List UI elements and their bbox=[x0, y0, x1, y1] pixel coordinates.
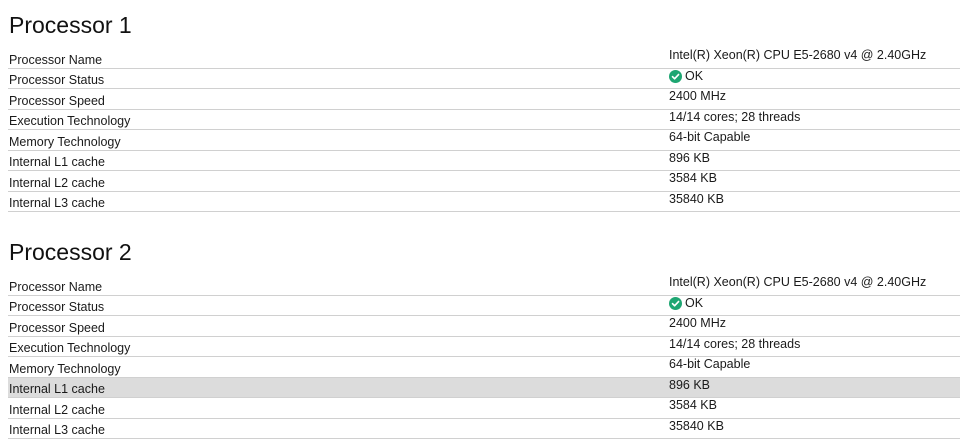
row-label: Processor Status bbox=[9, 73, 105, 87]
row-value: 2400 MHz bbox=[669, 316, 726, 330]
row-label: Processor Name bbox=[9, 279, 103, 294]
table-row: Internal L2 cache 3584 KB bbox=[8, 398, 960, 419]
row-value: 2400 MHz bbox=[669, 89, 726, 103]
row-label: Internal L2 cache bbox=[9, 175, 105, 190]
check-circle-icon bbox=[669, 296, 682, 310]
row-value: 64-bit Capable bbox=[669, 130, 751, 144]
table-row: Processor Name Intel(R) Xeon(R) CPU E5-2… bbox=[8, 275, 960, 296]
table-row: Internal L1 cache 896 KB bbox=[8, 150, 960, 171]
table-row: Internal L3 cache 35840 KB bbox=[8, 191, 960, 212]
row-value: 64-bit Capable bbox=[669, 357, 751, 371]
row-value: 3584 KB bbox=[669, 398, 717, 412]
row-label: Internal L1 cache bbox=[9, 382, 105, 396]
row-label: Internal L2 cache bbox=[9, 402, 105, 417]
row-value: 35840 KB bbox=[669, 418, 724, 433]
row-label: Memory Technology bbox=[9, 134, 121, 149]
row-value: 896 KB bbox=[669, 377, 711, 392]
table-row: Internal L3 cache 35840 KB bbox=[8, 418, 960, 439]
table-row: Processor Speed 2400 MHz bbox=[8, 89, 960, 110]
section-title: Processor 1 bbox=[9, 12, 132, 38]
row-label: Processor Name bbox=[9, 52, 103, 67]
row-value: 3584 KB bbox=[669, 171, 717, 185]
row-value: 896 KB bbox=[669, 150, 711, 165]
status-text: OK bbox=[685, 295, 704, 310]
row-label: Memory Technology bbox=[9, 361, 121, 376]
row-label: Execution Technology bbox=[9, 341, 131, 355]
row-label: Processor Status bbox=[9, 300, 105, 314]
row-value: 14/14 cores; 28 threads bbox=[669, 336, 801, 351]
table-row: Execution Technology 14/14 cores; 28 thr… bbox=[8, 109, 960, 130]
table-row: Memory Technology 64-bit Capable bbox=[8, 130, 960, 151]
section-title: Processor 2 bbox=[9, 239, 132, 265]
row-label: Internal L3 cache bbox=[9, 196, 105, 210]
row-label: Processor Speed bbox=[9, 93, 105, 108]
table-row: Memory Technology 64-bit Capable bbox=[8, 357, 960, 378]
table-row-highlighted[interactable]: Internal L1 cache 896 KB bbox=[8, 377, 960, 398]
processor-1-table: Processor Name Intel(R) Xeon(R) CPU E5-2… bbox=[8, 48, 960, 212]
table-row: Processor Status OK bbox=[8, 69, 960, 89]
table-row: Processor Name Intel(R) Xeon(R) CPU E5-2… bbox=[8, 48, 960, 69]
table-row: Processor Speed 2400 MHz bbox=[8, 316, 960, 337]
row-label: Internal L1 cache bbox=[9, 155, 105, 169]
status-text: OK bbox=[685, 68, 704, 83]
row-label: Internal L3 cache bbox=[9, 423, 105, 437]
status-value: OK bbox=[669, 296, 703, 311]
check-circle-icon bbox=[669, 69, 682, 83]
table-row: Processor Status OK bbox=[8, 296, 960, 316]
row-label: Processor Speed bbox=[9, 320, 105, 335]
row-value: Intel(R) Xeon(R) CPU E5-2680 v4 @ 2.40GH… bbox=[669, 275, 927, 289]
processor-2-table: Processor Name Intel(R) Xeon(R) CPU E5-2… bbox=[8, 275, 960, 439]
row-value: Intel(R) Xeon(R) CPU E5-2680 v4 @ 2.40GH… bbox=[669, 48, 927, 62]
table-row: Internal L2 cache 3584 KB bbox=[8, 171, 960, 192]
row-value: 35840 KB bbox=[669, 191, 724, 206]
row-label: Execution Technology bbox=[9, 114, 131, 128]
table-row: Execution Technology 14/14 cores; 28 thr… bbox=[8, 336, 960, 357]
status-value: OK bbox=[669, 69, 703, 84]
row-value: 14/14 cores; 28 threads bbox=[669, 109, 801, 124]
